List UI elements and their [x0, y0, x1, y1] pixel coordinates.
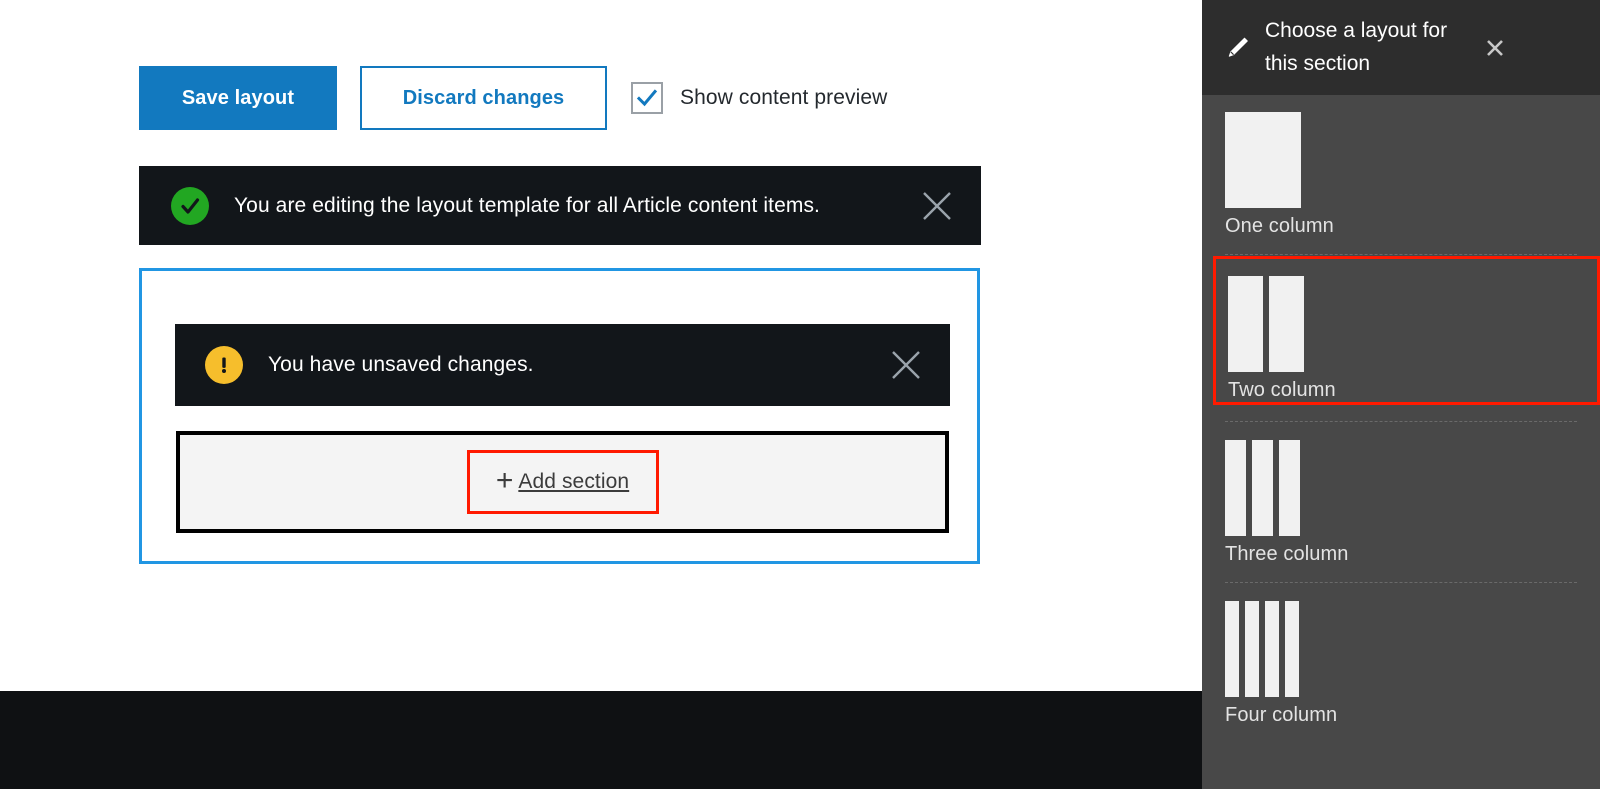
add-section-highlight-box: + Add section — [466, 450, 659, 514]
layout-thumbnail-two-column — [1228, 276, 1597, 372]
checkmark-icon — [636, 89, 658, 107]
thumb-column — [1225, 440, 1246, 536]
layout-options-list: One column Two column Three column Four … — [1202, 95, 1600, 727]
editor-toolbar: Save layout Discard changes Show content… — [139, 66, 887, 130]
layout-option-label: Three column — [1225, 543, 1349, 565]
close-icon — [1487, 39, 1503, 56]
success-notification-close-icon[interactable] — [917, 186, 957, 226]
layout-option-two-column[interactable]: Two column — [1213, 256, 1600, 405]
thumb-column — [1269, 276, 1304, 372]
layout-option-one-column[interactable]: One column — [1202, 95, 1600, 238]
warning-exclamation-icon — [205, 346, 243, 384]
choose-layout-panel: Choose a layout for this section One col… — [1202, 0, 1600, 789]
thumb-column — [1285, 601, 1299, 697]
thumb-column — [1265, 601, 1279, 697]
page-footer-bar — [0, 691, 1202, 789]
add-section-dropzone[interactable]: + Add section — [176, 431, 949, 533]
layout-panel-header: Choose a layout for this section — [1202, 0, 1600, 95]
show-content-preview-checkbox[interactable] — [631, 82, 663, 114]
thumb-column — [1279, 440, 1300, 536]
close-icon — [923, 191, 951, 220]
layout-option-four-column[interactable]: Four column — [1202, 584, 1600, 727]
thumb-column — [1245, 601, 1259, 697]
thumb-column — [1252, 440, 1273, 536]
show-content-preview-toggle[interactable]: Show content preview — [631, 82, 887, 114]
pencil-glyph — [1228, 37, 1248, 57]
add-section-button[interactable]: + Add section — [495, 464, 630, 497]
unsaved-changes-text: You have unsaved changes. — [268, 353, 534, 376]
thumb-column — [1225, 112, 1301, 208]
layout-option-label: Two column — [1228, 379, 1336, 401]
layout-panel-close-button[interactable] — [1480, 33, 1510, 63]
layout-option-label: One column — [1225, 215, 1334, 237]
show-content-preview-label: Show content preview — [680, 86, 888, 109]
thumb-column — [1228, 276, 1263, 372]
discard-changes-button[interactable]: Discard changes — [360, 66, 607, 130]
thumb-column — [1225, 601, 1239, 697]
success-check-icon — [171, 186, 209, 225]
plus-icon: + — [495, 464, 514, 497]
success-notification-text: You are editing the layout template for … — [234, 193, 820, 217]
unsaved-changes-notification-bar: You have unsaved changes. — [175, 324, 950, 406]
layout-thumbnail-four-column — [1225, 601, 1600, 697]
layout-option-three-column[interactable]: Three column — [1202, 423, 1600, 566]
selected-section-container[interactable]: You have unsaved changes. + Add section — [139, 268, 980, 564]
unsaved-changes-close-icon[interactable] — [886, 345, 926, 385]
pencil-icon — [1222, 33, 1252, 63]
layout-panel-title: Choose a layout for this section — [1265, 18, 1448, 75]
layout-thumbnail-three-column — [1225, 440, 1600, 536]
add-section-label: Add section — [518, 470, 630, 493]
save-layout-button[interactable]: Save layout — [139, 66, 337, 130]
success-notification-bar: You are editing the layout template for … — [139, 166, 981, 245]
layout-option-label: Four column — [1225, 704, 1338, 726]
exclamation-glyph — [222, 357, 226, 373]
close-icon — [892, 351, 920, 379]
layout-editor-canvas: Save layout Discard changes Show content… — [0, 0, 1202, 691]
checkmark-glyph — [181, 197, 200, 214]
layout-thumbnail-one-column — [1225, 112, 1600, 208]
